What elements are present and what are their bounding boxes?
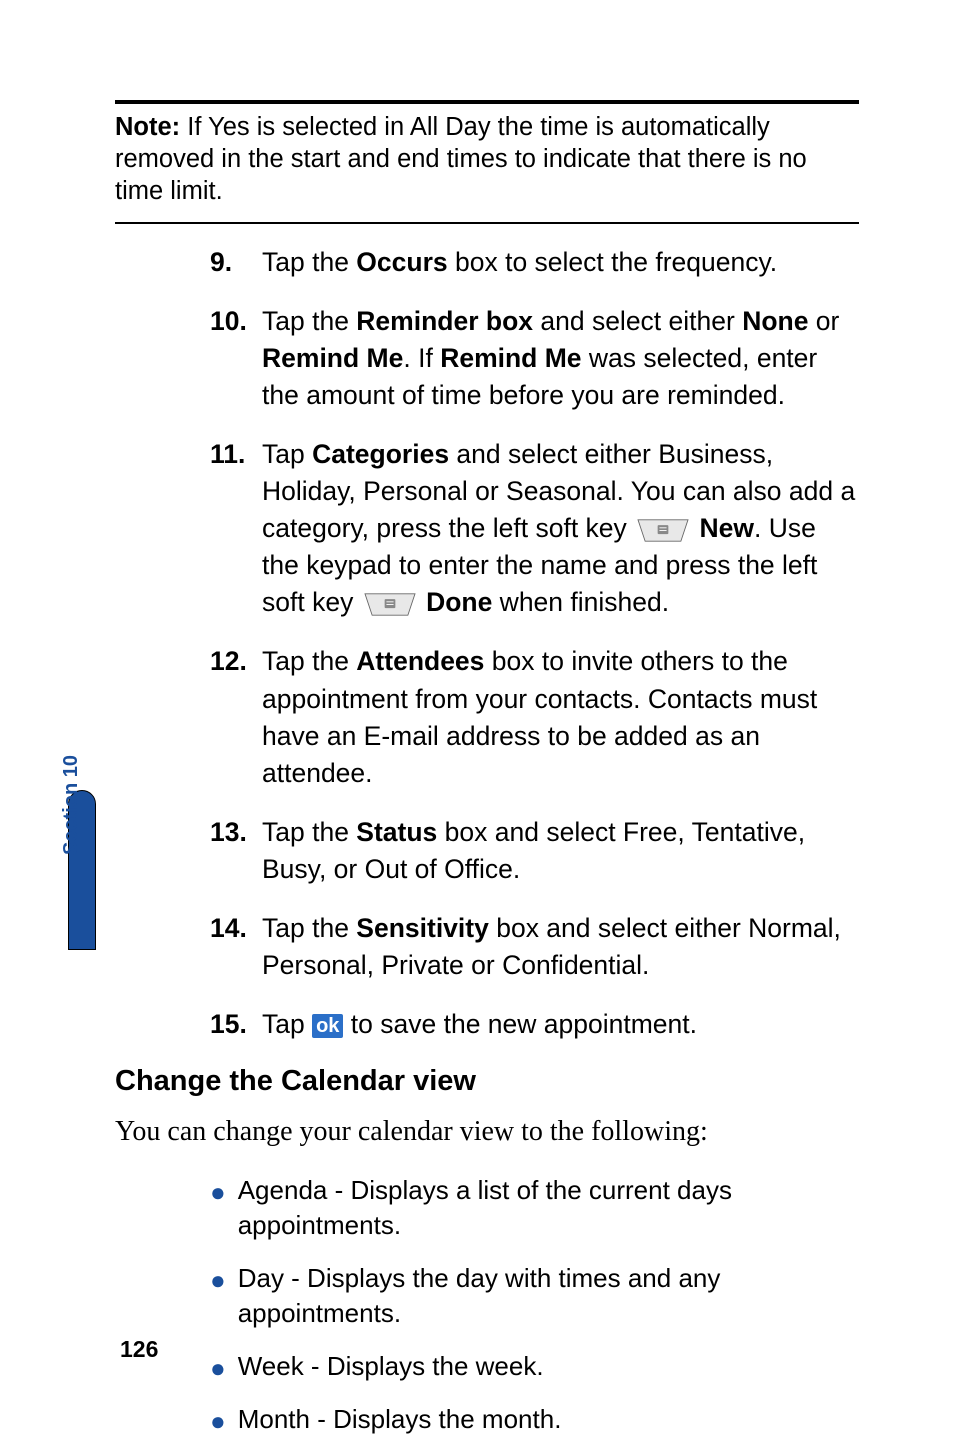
list-item: ● Month - Displays the month.: [210, 1402, 859, 1437]
bullet-text: Month - Displays the month.: [238, 1402, 562, 1437]
note-rule-top: [115, 100, 859, 104]
step-text: Tap the: [262, 913, 356, 943]
step-text: Tap the: [262, 646, 356, 676]
step-9: 9. Tap the Occurs box to select the freq…: [210, 244, 859, 281]
step-bold: None: [742, 306, 808, 336]
bullet-dot-icon: ●: [210, 1175, 226, 1210]
step-num: 10.: [210, 303, 262, 414]
step-text: Tap the: [262, 306, 356, 336]
note-text: Note: If Yes is selected in All Day the …: [115, 112, 859, 208]
step-body: Tap the Occurs box to select the frequen…: [262, 244, 859, 281]
step-text: and select either: [533, 306, 742, 336]
step-text: Tap the: [262, 247, 356, 277]
bullet-text: Day - Displays the day with times and an…: [238, 1261, 859, 1331]
list-item: ● Week - Displays the week.: [210, 1349, 859, 1384]
section-heading: Change the Calendar view: [115, 1065, 859, 1098]
step-15: 15. Tap ok to save the new appointment.: [210, 1006, 859, 1043]
step-body: Tap Categories and select either Busines…: [262, 436, 859, 621]
section-tab-label: Section 10: [60, 745, 83, 865]
left-soft-key-icon: [363, 592, 417, 617]
step-num: 13.: [210, 814, 262, 888]
ok-icon: ok: [312, 1014, 343, 1038]
bullet-text: Agenda - Displays a list of the current …: [238, 1173, 859, 1243]
page-number: 126: [120, 1336, 158, 1363]
step-text: Tap the: [262, 817, 356, 847]
step-bold: Reminder box: [356, 306, 533, 336]
step-num: 15.: [210, 1006, 262, 1043]
bullet-dot-icon: ●: [210, 1263, 226, 1298]
list-item: ● Day - Displays the day with times and a…: [210, 1261, 859, 1331]
step-text: Tap: [262, 439, 312, 469]
step-body: Tap the Attendees box to invite others t…: [262, 643, 859, 791]
step-num: 11.: [210, 436, 262, 621]
step-10: 10. Tap the Reminder box and select eith…: [210, 303, 859, 414]
steps-list: 9. Tap the Occurs box to select the freq…: [210, 244, 859, 1044]
note-label: Note:: [115, 113, 180, 141]
step-bold: Remind Me: [440, 343, 581, 373]
intro-text: You can change your calendar view to the…: [115, 1114, 859, 1150]
bullet-dot-icon: ●: [210, 1404, 226, 1439]
step-text: . If: [403, 343, 440, 373]
step-bold: New: [700, 513, 755, 543]
step-num: 14.: [210, 910, 262, 984]
step-13: 13. Tap the Status box and select Free, …: [210, 814, 859, 888]
bullet-list: ● Agenda - Displays a list of the current…: [210, 1173, 859, 1438]
step-body: Tap the Sensitivity box and select eithe…: [262, 910, 859, 984]
note-rule-bottom: [115, 222, 859, 224]
left-soft-key-icon: [636, 518, 690, 543]
bullet-dot-icon: ●: [210, 1351, 226, 1386]
step-bold: Occurs: [356, 247, 447, 277]
step-body: Tap the Status box and select Free, Tent…: [262, 814, 859, 888]
step-text: or: [808, 306, 839, 336]
step-num: 12.: [210, 643, 262, 791]
bullet-text: Week - Displays the week.: [238, 1349, 544, 1384]
step-body: Tap ok to save the new appointment.: [262, 1006, 859, 1043]
step-bold: Attendees: [356, 646, 484, 676]
step-bold: Status: [356, 817, 437, 847]
step-text: box to select the frequency.: [448, 247, 777, 277]
step-text: Tap: [262, 1009, 312, 1039]
step-12: 12. Tap the Attendees box to invite othe…: [210, 643, 859, 791]
list-item: ● Agenda - Displays a list of the current…: [210, 1173, 859, 1243]
step-bold: Remind Me: [262, 343, 403, 373]
step-bold: Categories: [312, 439, 449, 469]
step-11: 11. Tap Categories and select either Bus…: [210, 436, 859, 621]
step-num: 9.: [210, 244, 262, 281]
step-text: when finished.: [492, 587, 669, 617]
step-bold: Done: [426, 587, 492, 617]
step-text: to save the new appointment.: [343, 1009, 697, 1039]
note-body: If Yes is selected in All Day the time i…: [115, 113, 807, 205]
page-content: Note: If Yes is selected in All Day the …: [0, 0, 954, 1437]
step-14: 14. Tap the Sensitivity box and select e…: [210, 910, 859, 984]
step-bold: Sensitivity: [356, 913, 489, 943]
step-body: Tap the Reminder box and select either N…: [262, 303, 859, 414]
